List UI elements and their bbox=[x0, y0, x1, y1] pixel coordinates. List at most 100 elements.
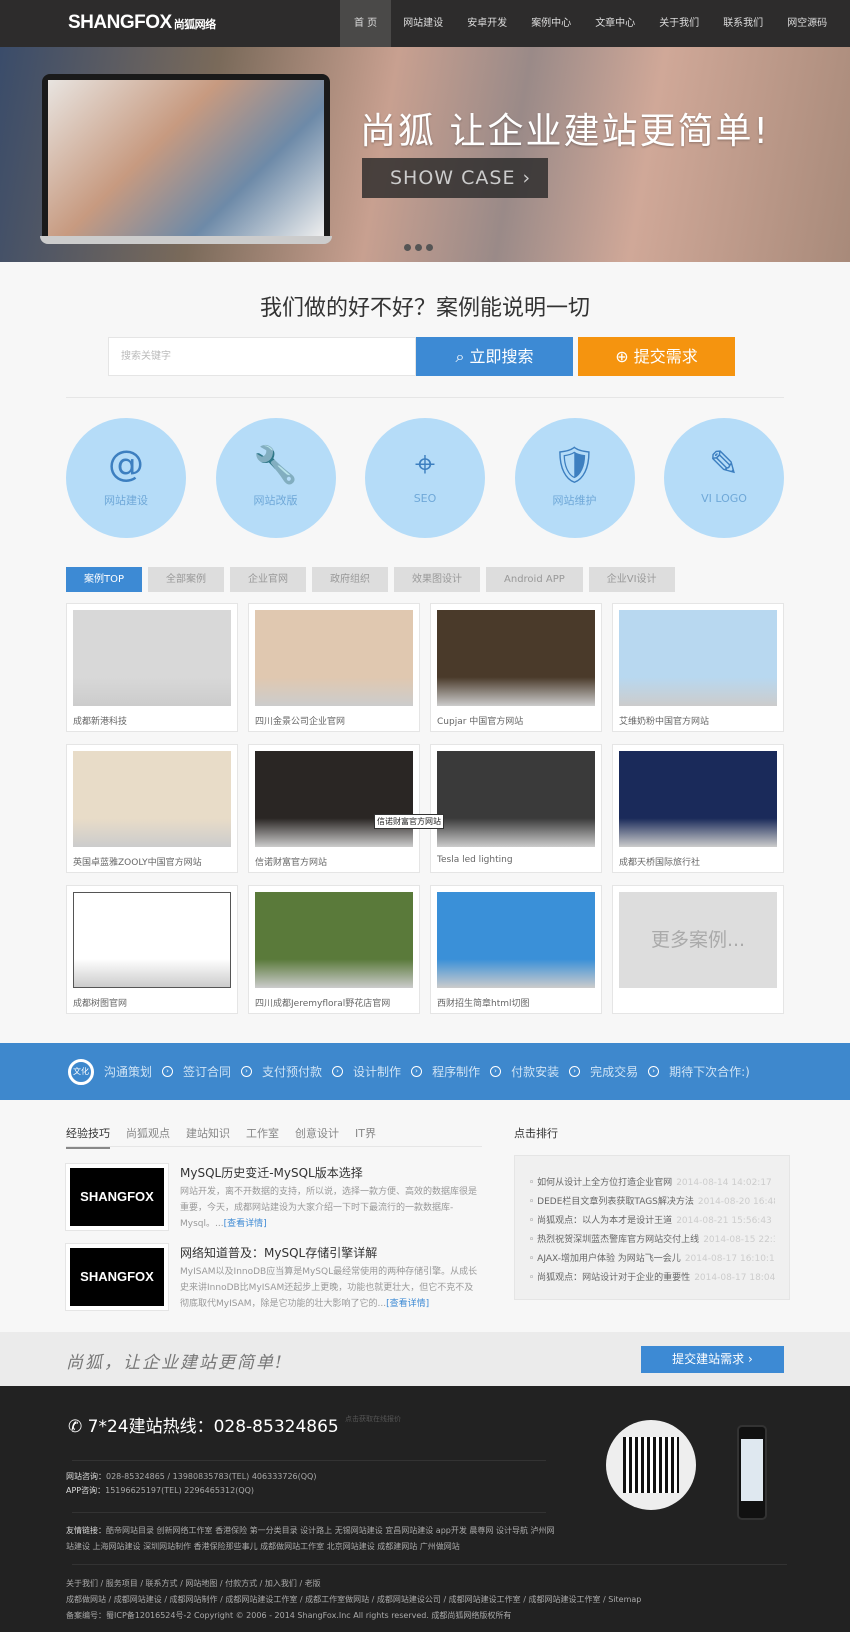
search-button[interactable]: ⌕ 立即搜索 bbox=[416, 337, 573, 376]
case-card[interactable]: Cupjar 中国官方网站 bbox=[430, 603, 602, 732]
article-title[interactable]: MySQL历史变迁-MySQL版本选择 bbox=[180, 1164, 363, 1181]
ranking-item[interactable]: ◦ AJAX-增加用户体验 为网站飞一会儿 2014-08-17 16:10:17 bbox=[529, 1250, 775, 1269]
case-card[interactable]: 成都新港科技 bbox=[66, 603, 238, 732]
show-case-label: SHOW CASE bbox=[390, 167, 516, 189]
consult-label: 网站咨询： bbox=[66, 1472, 106, 1481]
service-label: 网站建设 bbox=[104, 494, 148, 507]
case-card[interactable]: 成都树图官网 bbox=[66, 885, 238, 1014]
arrow-right-icon: › bbox=[490, 1066, 502, 1077]
shield-plus-icon: 🛡 bbox=[551, 445, 598, 486]
case-caption: 成都天桥国际旅行社 bbox=[619, 858, 701, 868]
ranking-date: 2014-08-17 16:10:17 bbox=[684, 1254, 775, 1264]
nav-item[interactable]: 安卓开发 bbox=[455, 0, 519, 47]
ranking-item[interactable]: ◦ 如何从设计上全方位打造企业官网 2014-08-14 14:02:17 bbox=[529, 1174, 775, 1193]
service-4[interactable]: ✎ VI LOGO bbox=[664, 418, 784, 538]
service-label: VI LOGO bbox=[701, 492, 747, 505]
case-card[interactable]: Tesla led lighting bbox=[430, 744, 602, 873]
ranking-item[interactable]: ◦ DEDE栏目文章列表获取TAGS解决方法2014-08-20 16:48:5… bbox=[529, 1193, 775, 1212]
case-tab[interactable]: 企业VI设计 bbox=[588, 567, 675, 592]
contact-info: 网站咨询：028-85324865 / 13980835783(TEL) 406… bbox=[66, 1470, 316, 1498]
case-thumbnail bbox=[255, 610, 413, 706]
case-thumbnail bbox=[73, 751, 231, 847]
ranking-date: 2014-08-21 15:56:43 bbox=[676, 1216, 772, 1226]
footer-nav-2[interactable]: 成都做网站 / 成都网站建设 / 成都网站制作 / 成都网站建设工作室 / 成都… bbox=[66, 1592, 641, 1608]
nav-item[interactable]: 网空源码 bbox=[775, 0, 839, 47]
ranking-title: AJAX-增加用户体验 为网站飞一会儿 bbox=[537, 1254, 681, 1264]
case-card[interactable]: 信诺财富官方网站 bbox=[248, 744, 420, 873]
ranking-date: 2014-08-14 14:02:17 bbox=[676, 1178, 772, 1188]
flow-step: 完成交易 bbox=[590, 1065, 639, 1079]
case-caption: Cupjar 中国官方网站 bbox=[437, 717, 524, 727]
ranking-item[interactable]: ◦ 热烈祝贺深圳蓝杰警库官方网站交付上线2014-08-15 22:38:04 bbox=[529, 1231, 775, 1250]
case-card[interactable]: 成都天桥国际旅行社 bbox=[612, 744, 784, 873]
case-card[interactable]: 西财招生简章html切图 bbox=[430, 885, 602, 1014]
links-list[interactable]: 酷帝网站目录 创新网络工作室 香港保险 第一分类目录 设计路上 无锡网站建设 宜… bbox=[66, 1526, 554, 1551]
footer-nav-1[interactable]: 关于我们 / 服务项目 / 联系方式 / 网站地图 / 付款方式 / 加入我们 … bbox=[66, 1576, 641, 1592]
article-thumbnail[interactable]: SHANGFOX bbox=[66, 1164, 168, 1230]
show-case-button[interactable]: SHOW CASE › bbox=[362, 158, 548, 198]
flow-step: 设计制作 bbox=[353, 1065, 402, 1079]
divider bbox=[66, 1146, 482, 1147]
service-1[interactable]: 🔧 网站改版 bbox=[215, 418, 336, 538]
article-title[interactable]: 网络知道普及：MySQL存储引擎详解 bbox=[180, 1244, 377, 1261]
case-card[interactable]: 英国卓蓝雅ZOOLY中国官方网站 bbox=[66, 744, 238, 873]
divider bbox=[72, 1512, 546, 1513]
case-tab[interactable]: 效果图设计 bbox=[394, 567, 481, 592]
banner-title: 尚狐 让企业建站更简单! bbox=[360, 111, 770, 152]
service-2[interactable]: ⌖ SEO bbox=[365, 418, 485, 538]
arrow-right-icon: › bbox=[411, 1066, 423, 1077]
case-card[interactable]: 四川金景公司企业官网 bbox=[248, 603, 420, 732]
banner-laptop-image bbox=[42, 74, 330, 242]
search-icon: ⌕ bbox=[455, 347, 465, 366]
case-card[interactable]: 艾维奶粉中国官方网站 bbox=[612, 603, 784, 732]
submit-site-request-button[interactable]: 提交建站需求 › bbox=[641, 1346, 784, 1373]
case-caption: 成都新港科技 bbox=[73, 717, 128, 727]
nav-item[interactable]: 文章中心 bbox=[583, 0, 647, 47]
article-thumbnail[interactable]: SHANGFOX bbox=[66, 1244, 168, 1310]
case-tabs: 案例TOP 全部案例 企业官网 政府组织 效果图设计 Android APP 企业VI设计 bbox=[66, 567, 675, 592]
consult-value: 028-85324865 / 13980835783(TEL) 40633372… bbox=[106, 1472, 317, 1481]
case-tab[interactable]: 企业官网 bbox=[230, 567, 307, 592]
service-3[interactable]: 🛡 网站维护 bbox=[514, 418, 635, 538]
case-card[interactable]: 四川成都Jeremyfloral野花店官网 bbox=[248, 885, 420, 1014]
case-caption: 信诺财富官方网站 bbox=[255, 858, 328, 868]
case-tab[interactable]: 全部案例 bbox=[148, 567, 225, 592]
more-cases-card[interactable]: 更多案例... bbox=[612, 885, 784, 1014]
hotline-note[interactable]: 点击获取在线报价 bbox=[345, 1414, 401, 1424]
slider-dot[interactable] bbox=[404, 244, 411, 251]
nav-item[interactable]: 关于我们 bbox=[647, 0, 711, 47]
ranking-item[interactable]: ◦ 尚狐观点：以人为本才是设计王道 2014-08-21 15:56:43 bbox=[529, 1212, 775, 1231]
plus-circle-icon: ⊕ bbox=[615, 347, 629, 366]
case-tab[interactable]: Android APP bbox=[486, 567, 583, 592]
laptop-base bbox=[40, 236, 332, 244]
service-0[interactable]: @ 网站建设 bbox=[66, 418, 186, 538]
case-tab[interactable]: 案例TOP bbox=[66, 567, 143, 592]
submit-request-button[interactable]: ⊕ 提交需求 bbox=[578, 337, 735, 376]
divider bbox=[72, 1564, 787, 1565]
read-more-link[interactable]: [查看详情] bbox=[386, 1299, 429, 1309]
flow-step: 沟通策划 bbox=[104, 1065, 153, 1079]
read-more-link[interactable]: [查看详情] bbox=[224, 1219, 267, 1229]
search-input[interactable]: 搜索关键字 bbox=[108, 337, 416, 376]
case-thumbnail bbox=[437, 751, 595, 847]
case-thumbnail bbox=[437, 610, 595, 706]
case-grid: 成都新港科技 四川金景公司企业官网 Cupjar 中国官方网站 艾维奶粉中国官方网站英… bbox=[66, 603, 784, 1014]
nav-item[interactable]: 首 页 bbox=[340, 0, 392, 47]
flow-step: 程序制作 bbox=[432, 1065, 481, 1079]
case-thumbnail bbox=[437, 892, 595, 988]
flow-step: 期待下次合作:) bbox=[669, 1065, 750, 1079]
slider-dot[interactable] bbox=[415, 244, 422, 251]
slider-dot[interactable] bbox=[426, 244, 433, 251]
submit-request-label: 提交需求 bbox=[633, 347, 698, 366]
main-nav: 首 页网站建设 安卓开发 案例中心 文章中心 关于我们 联系我们 网空源码 bbox=[340, 0, 839, 47]
service-label: 网站改版 bbox=[253, 494, 298, 507]
ranking-item[interactable]: ◦ 尚狐观点：网站设计对于企业的重要性2014-08-17 18:04:13 bbox=[529, 1269, 775, 1288]
flow-step: 支付预付款 bbox=[262, 1065, 323, 1079]
nav-item[interactable]: 联系我们 bbox=[711, 0, 775, 47]
case-tab[interactable]: 政府组织 bbox=[312, 567, 389, 592]
logo[interactable]: SHANGFOX 尚狐网络 bbox=[68, 12, 216, 34]
nav-item[interactable]: 网站建设 bbox=[391, 0, 455, 47]
ranking-title: 点击排行 bbox=[514, 1127, 558, 1140]
nav-item[interactable]: 案例中心 bbox=[519, 0, 583, 47]
logo-text: SHANGFOX bbox=[68, 12, 172, 33]
